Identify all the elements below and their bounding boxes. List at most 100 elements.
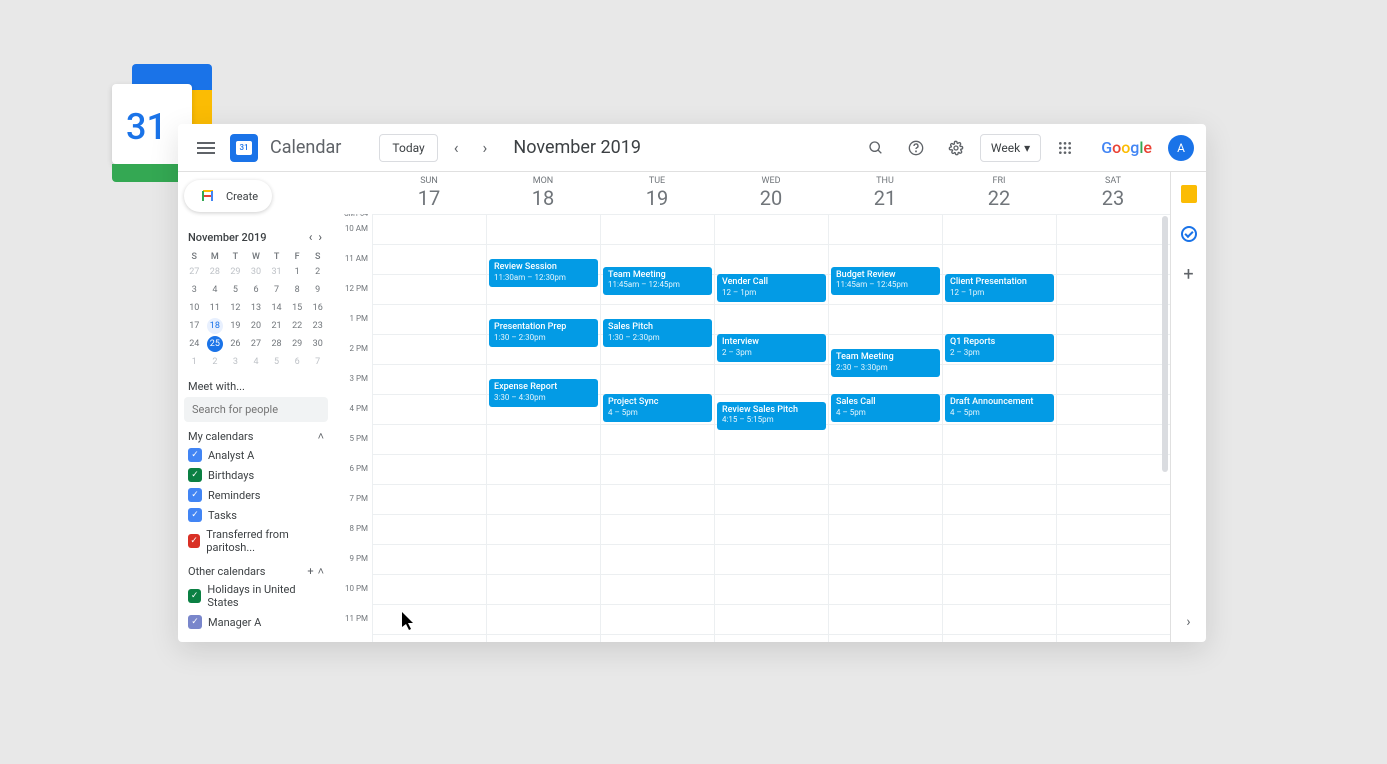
- mini-day[interactable]: 30: [248, 264, 264, 280]
- calendar-event[interactable]: Draft Announcement4 – 5pm: [945, 394, 1054, 422]
- mini-day[interactable]: 29: [289, 336, 305, 352]
- mini-day[interactable]: 1: [186, 354, 202, 370]
- mini-day[interactable]: 7: [310, 354, 326, 370]
- calendar-checkbox[interactable]: ✓: [188, 534, 200, 548]
- tasks-icon[interactable]: [1179, 224, 1199, 244]
- mini-day[interactable]: 2: [207, 354, 223, 370]
- mini-day[interactable]: 31: [269, 264, 285, 280]
- day-column[interactable]: Vender Call12 – 1pm Interview2 – 3pm Revie…: [714, 214, 828, 642]
- mini-day[interactable]: 8: [289, 282, 305, 298]
- day-header[interactable]: SUN17: [372, 172, 486, 214]
- today-button[interactable]: Today: [379, 134, 437, 162]
- mini-day[interactable]: 1: [289, 264, 305, 280]
- mini-day[interactable]: 24: [186, 336, 202, 352]
- calendar-checkbox[interactable]: ✓: [188, 615, 202, 629]
- day-column[interactable]: Team Meeting11:45am – 12:45pm Sales Pitch…: [600, 214, 714, 642]
- mini-prev-month[interactable]: ‹: [307, 228, 315, 246]
- mini-day[interactable]: 28: [207, 264, 223, 280]
- settings-icon[interactable]: [940, 132, 972, 164]
- calendar-event[interactable]: Vender Call12 – 1pm: [717, 274, 826, 302]
- mini-day[interactable]: 4: [248, 354, 264, 370]
- calendar-event[interactable]: Q1 Reports2 – 3pm: [945, 334, 1054, 362]
- search-icon[interactable]: [860, 132, 892, 164]
- add-other-calendar[interactable]: +: [307, 565, 313, 578]
- calendar-event[interactable]: Sales Call4 – 5pm: [831, 394, 940, 422]
- mini-day[interactable]: 15: [289, 300, 305, 316]
- google-apps-icon[interactable]: [1049, 132, 1081, 164]
- mini-day[interactable]: 17: [186, 318, 202, 334]
- mini-next-month[interactable]: ›: [316, 228, 324, 246]
- day-header[interactable]: MON18: [486, 172, 600, 214]
- calendar-event[interactable]: Team Meeting2:30 – 3:30pm: [831, 349, 940, 377]
- calendar-event[interactable]: Team Meeting11:45am – 12:45pm: [603, 267, 712, 295]
- mini-day[interactable]: 10: [186, 300, 202, 316]
- prev-period-button[interactable]: ‹: [446, 134, 467, 161]
- mini-day[interactable]: 3: [227, 354, 243, 370]
- mini-day[interactable]: 3: [186, 282, 202, 298]
- calendar-event[interactable]: Sales Pitch1:30 – 2:30pm: [603, 319, 712, 347]
- mini-day[interactable]: 25: [207, 336, 223, 352]
- calendar-event[interactable]: Review Session11:30am – 12:30pm: [489, 259, 598, 287]
- day-column[interactable]: [372, 214, 486, 642]
- calendar-event[interactable]: Expense Report3:30 – 4:30pm: [489, 379, 598, 407]
- create-button[interactable]: Create: [184, 180, 272, 212]
- mini-day[interactable]: 12: [227, 300, 243, 316]
- calendar-item[interactable]: ✓Holidays in United States: [184, 580, 328, 612]
- day-header[interactable]: SAT23: [1056, 172, 1170, 214]
- mini-day[interactable]: 11: [207, 300, 223, 316]
- view-selector[interactable]: Week ▾: [980, 134, 1041, 162]
- day-column[interactable]: Client Presentation12 – 1pm Q1 Reports2 –…: [942, 214, 1056, 642]
- calendar-event[interactable]: Interview2 – 3pm: [717, 334, 826, 362]
- mini-day[interactable]: 28: [269, 336, 285, 352]
- next-period-button[interactable]: ›: [475, 134, 496, 161]
- mini-day[interactable]: 26: [227, 336, 243, 352]
- collapse-other-calendars[interactable]: ˄: [318, 565, 324, 578]
- calendar-event[interactable]: Presentation Prep1:30 – 2:30pm: [489, 319, 598, 347]
- mini-day[interactable]: 21: [269, 318, 285, 334]
- mini-day[interactable]: 22: [289, 318, 305, 334]
- mini-calendar[interactable]: SMTWTFS272829303112345678910111213141516…: [184, 252, 328, 370]
- mini-day[interactable]: 29: [227, 264, 243, 280]
- calendar-item[interactable]: ✓Reminders: [184, 485, 328, 505]
- day-header[interactable]: THU21: [828, 172, 942, 214]
- calendar-item[interactable]: ✓Tasks: [184, 505, 328, 525]
- account-avatar[interactable]: A: [1168, 135, 1194, 161]
- help-icon[interactable]: [900, 132, 932, 164]
- day-header[interactable]: FRI22: [942, 172, 1056, 214]
- mini-day[interactable]: 6: [289, 354, 305, 370]
- mini-day[interactable]: 9: [310, 282, 326, 298]
- mini-day[interactable]: 6: [248, 282, 264, 298]
- calendar-event[interactable]: Project Sync4 – 5pm: [603, 394, 712, 422]
- day-column[interactable]: Budget Review11:45am – 12:45pm Team Meeti…: [828, 214, 942, 642]
- calendar-checkbox[interactable]: ✓: [188, 508, 202, 522]
- mini-day[interactable]: 16: [310, 300, 326, 316]
- mini-day[interactable]: 27: [248, 336, 264, 352]
- mini-day[interactable]: 2: [310, 264, 326, 280]
- mini-day[interactable]: 14: [269, 300, 285, 316]
- mini-day[interactable]: 23: [310, 318, 326, 334]
- main-menu-button[interactable]: [190, 132, 222, 164]
- mini-day[interactable]: 20: [248, 318, 264, 334]
- calendar-item[interactable]: ✓Manager A: [184, 612, 328, 632]
- calendar-event[interactable]: Review Sales Pitch4:15 – 5:15pm: [717, 402, 826, 430]
- day-column[interactable]: Review Session11:30am – 12:30pm Presentat…: [486, 214, 600, 642]
- day-header[interactable]: WED20: [714, 172, 828, 214]
- mini-day[interactable]: 13: [248, 300, 264, 316]
- calendar-event[interactable]: Budget Review11:45am – 12:45pm: [831, 267, 940, 295]
- calendar-item[interactable]: ✓Birthdays: [184, 465, 328, 485]
- calendar-item[interactable]: ✓Transferred from paritosh...: [184, 525, 328, 557]
- mini-day[interactable]: 4: [207, 282, 223, 298]
- mini-day[interactable]: 30: [310, 336, 326, 352]
- calendar-checkbox[interactable]: ✓: [188, 468, 202, 482]
- day-column[interactable]: [1056, 214, 1170, 642]
- calendar-event[interactable]: Client Presentation12 – 1pm: [945, 274, 1054, 302]
- keep-icon[interactable]: [1179, 184, 1199, 204]
- add-addon-icon[interactable]: +: [1179, 264, 1199, 284]
- calendar-checkbox[interactable]: ✓: [188, 589, 201, 603]
- collapse-side-panel[interactable]: ›: [1186, 614, 1190, 630]
- calendar-checkbox[interactable]: ✓: [188, 448, 202, 462]
- mini-day[interactable]: 5: [269, 354, 285, 370]
- calendar-checkbox[interactable]: ✓: [188, 488, 202, 502]
- mini-day[interactable]: 19: [227, 318, 243, 334]
- mini-day[interactable]: 27: [186, 264, 202, 280]
